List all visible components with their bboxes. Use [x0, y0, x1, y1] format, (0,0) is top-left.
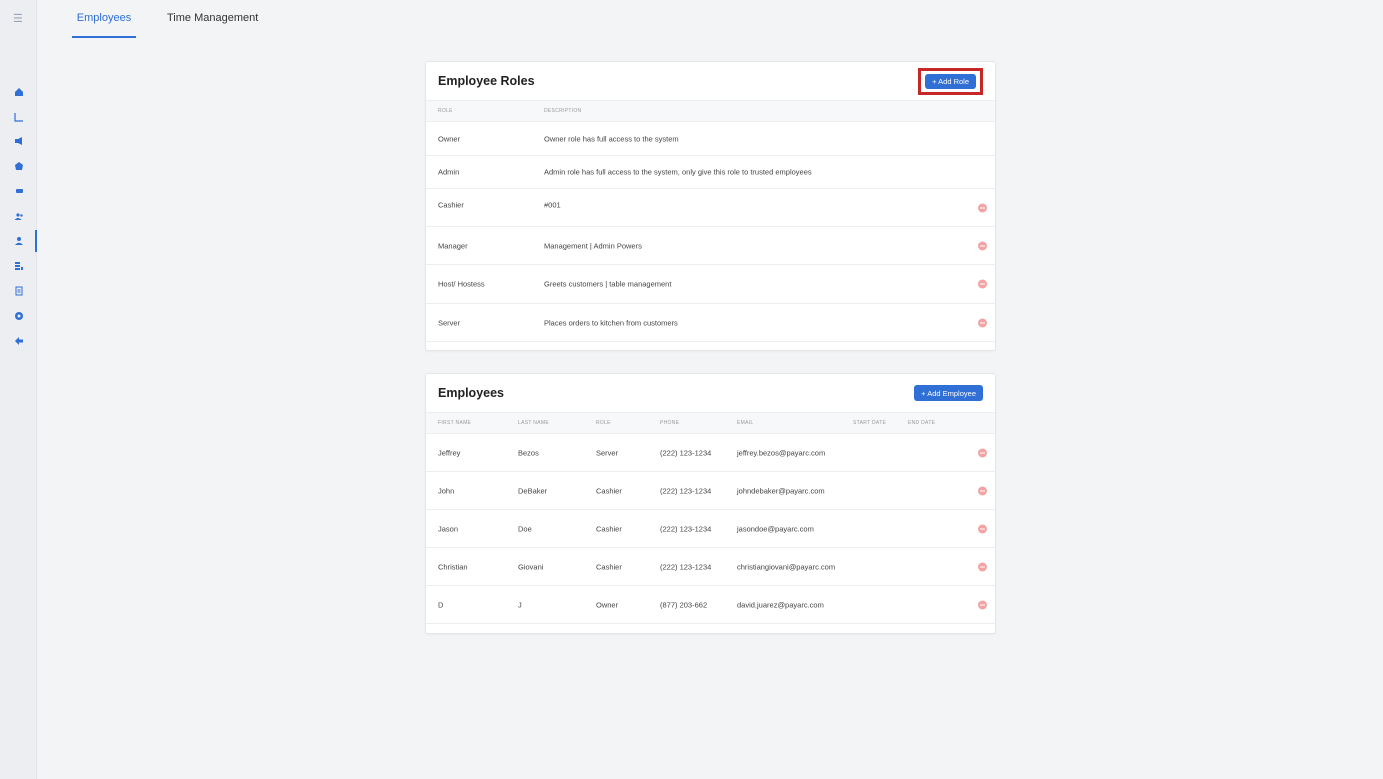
- role-description: #001: [544, 200, 561, 210]
- delete-icon[interactable]: [978, 318, 987, 327]
- employees-card: Employees + Add Employee FIRST NAME LAST…: [425, 373, 996, 634]
- delete-icon[interactable]: [978, 241, 987, 250]
- sidebar-active-indicator: [35, 230, 37, 252]
- payments-icon[interactable]: [12, 184, 25, 197]
- email: jeffrey.bezos@payarc.com: [737, 448, 826, 457]
- column-header: ROLE: [596, 420, 611, 426]
- table-row: Owner Owner role has full access to the …: [426, 122, 995, 156]
- last-name: Bezos: [518, 448, 539, 457]
- phone: (222) 123-1234: [660, 524, 712, 533]
- first-name: John: [438, 486, 455, 495]
- tab-employees[interactable]: Employees: [72, 0, 136, 38]
- role-description: Owner role has full access to the system: [544, 134, 679, 143]
- email: jasondoe@payarc.com: [737, 524, 814, 533]
- role-name: Admin: [438, 167, 460, 177]
- role-name: Host/ Hostess: [438, 279, 485, 289]
- employees-table-header: FIRST NAME LAST NAME ROLE PHONE EMAIL ST…: [426, 412, 995, 434]
- roles-header: Employee Roles + Add Role: [426, 62, 995, 100]
- add-employee-button[interactable]: + Add Employee: [914, 385, 983, 401]
- employee-role: Server: [596, 448, 619, 457]
- employees-title: Employees: [438, 386, 505, 400]
- table-row: Christian Giovani Cashier (222) 123-1234…: [426, 548, 995, 586]
- customers-icon[interactable]: [12, 209, 25, 222]
- employee-role: Owner: [596, 600, 619, 609]
- home-icon[interactable]: [12, 85, 25, 98]
- employees-icon[interactable]: [12, 234, 25, 247]
- column-header: FIRST NAME: [438, 420, 472, 426]
- table-row: Host/ Hostess Greets customers | table m…: [426, 265, 995, 304]
- tab-time-management[interactable]: Time Management: [159, 0, 266, 38]
- employee-roles-card: Employee Roles + Add Role ROLE DESCRIPTI…: [425, 61, 996, 351]
- table-row: Jason Doe Cashier (222) 123-1234 jasondo…: [426, 510, 995, 548]
- role-description: Greets customers | table management: [544, 279, 672, 289]
- last-name: DeBaker: [518, 486, 548, 495]
- phone: (222) 123-1234: [660, 448, 712, 457]
- role-description: Management | Admin Powers: [544, 241, 642, 250]
- table-row: Cashier #001 ✎: [426, 189, 995, 227]
- delete-icon[interactable]: [978, 600, 987, 609]
- employee-role: Cashier: [596, 524, 622, 533]
- table-row: Server Places orders to kitchen from cus…: [426, 304, 995, 342]
- email: david.juarez@payarc.com: [737, 600, 824, 609]
- delete-icon[interactable]: [978, 524, 987, 533]
- column-header: LAST NAME: [518, 420, 549, 426]
- store-icon[interactable]: [12, 159, 25, 172]
- reports-icon[interactable]: [12, 284, 25, 297]
- role-name: Server: [438, 318, 461, 327]
- last-name: Doe: [518, 524, 532, 533]
- role-description: Admin role has full access to the system…: [544, 167, 812, 177]
- settings-icon[interactable]: [12, 309, 25, 322]
- roles-table-header: ROLE DESCRIPTION: [426, 100, 995, 122]
- first-name: Christian: [438, 562, 468, 571]
- table-row: Jeffrey Bezos Server (222) 123-1234 jeff…: [426, 434, 995, 472]
- menu-icon[interactable]: ☰: [13, 12, 23, 25]
- sidebar: ☰: [0, 0, 37, 779]
- phone: (222) 123-1234: [660, 562, 712, 571]
- table-row: D J Owner (877) 203-662 david.juarez@pay…: [426, 586, 995, 624]
- employee-role: Cashier: [596, 486, 622, 495]
- add-role-highlight: + Add Role: [918, 67, 983, 95]
- email: christiangiovani@payarc.com: [737, 562, 836, 571]
- delete-icon[interactable]: [978, 203, 987, 212]
- delete-icon[interactable]: [978, 486, 987, 495]
- role-name: Manager: [438, 241, 468, 250]
- phone: (877) 203-662: [660, 600, 708, 609]
- table-row: Manager Management | Admin Powers ✎: [426, 227, 995, 265]
- last-name: J: [518, 600, 522, 609]
- column-header: DESCRIPTION: [544, 108, 582, 114]
- column-header: END DATE: [908, 420, 936, 426]
- delete-icon[interactable]: [978, 562, 987, 571]
- delete-icon[interactable]: [978, 448, 987, 457]
- inventory-icon[interactable]: [12, 259, 25, 272]
- employees-header: Employees + Add Employee: [426, 374, 995, 412]
- role-name: Cashier: [438, 200, 464, 210]
- column-header: PHONE: [660, 420, 680, 426]
- first-name: D: [438, 600, 444, 609]
- email: johndebaker@payarc.com: [737, 486, 825, 495]
- last-name: Giovani: [518, 562, 544, 571]
- add-role-button[interactable]: + Add Role: [925, 73, 976, 89]
- role-name: Owner: [438, 134, 461, 143]
- table-row: Admin Admin role has full access to the …: [426, 156, 995, 189]
- logout-icon[interactable]: [12, 334, 25, 347]
- column-header: START DATE: [853, 420, 887, 426]
- role-description: Places orders to kitchen from customers: [544, 318, 678, 327]
- column-header: ROLE: [438, 108, 453, 114]
- campaign-icon[interactable]: [12, 134, 25, 147]
- first-name: Jeffrey: [438, 448, 461, 457]
- phone: (222) 123-1234: [660, 486, 712, 495]
- top-tabs: Employees Time Management: [72, 0, 288, 38]
- roles-title: Employee Roles: [438, 74, 535, 88]
- chart-icon[interactable]: [12, 110, 25, 123]
- column-header: EMAIL: [737, 420, 754, 426]
- employee-role: Cashier: [596, 562, 622, 571]
- delete-icon[interactable]: [978, 279, 987, 289]
- first-name: Jason: [438, 524, 459, 533]
- table-row: John DeBaker Cashier (222) 123-1234 john…: [426, 472, 995, 510]
